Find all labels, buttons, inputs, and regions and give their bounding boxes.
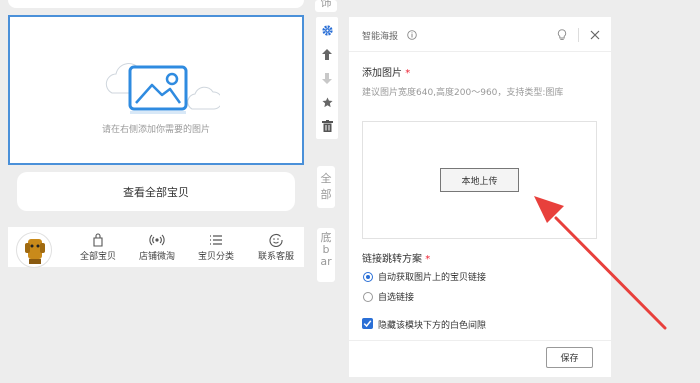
hide-gap-checkbox[interactable]: [362, 318, 373, 329]
image-placeholder-icon: [105, 63, 220, 114]
settings-tool[interactable]: [316, 19, 338, 41]
side-tab-label: 全部: [320, 172, 332, 201]
info-icon[interactable]: [407, 30, 417, 40]
delete-tool[interactable]: [316, 115, 338, 137]
check-icon: [363, 320, 372, 328]
save-button[interactable]: 保存: [546, 347, 593, 368]
nav-all-items[interactable]: 全部宝贝: [70, 233, 126, 267]
nav-customer-service[interactable]: 联系客服: [248, 233, 304, 267]
link-scheme-label: 链接跳转方案 *: [362, 250, 430, 265]
module-toolbar: [316, 17, 338, 139]
image-size-hint: 建议图片宽度640,高度200～960，支持类型:图库: [362, 88, 564, 98]
add-image-label: 添加图片 *: [362, 64, 410, 79]
side-tab-label: 饰: [320, 0, 332, 9]
nav-categories[interactable]: 宝贝分类: [188, 233, 244, 267]
preview-module-above: [8, 0, 304, 8]
required-mark: *: [425, 254, 431, 265]
smile-icon: [269, 234, 283, 247]
nav-label: 全部宝贝: [79, 252, 116, 262]
trash-icon: [321, 120, 333, 132]
radio-auto-link[interactable]: [363, 272, 373, 282]
panel-header-divider: [349, 51, 611, 52]
local-upload-button[interactable]: 本地上传: [440, 168, 519, 192]
radio-custom-link-label: 自选链接: [378, 293, 415, 303]
view-all-items-button[interactable]: 查看全部宝贝: [17, 172, 295, 211]
star-icon: [321, 96, 333, 107]
radio-auto-link-label: 自动获取图片上的宝贝链接: [378, 273, 487, 283]
favorite-tool[interactable]: [316, 91, 338, 113]
nav-label: 联系客服: [257, 252, 294, 262]
side-tab-bar[interactable]: 底bar: [317, 228, 335, 282]
panel-footer-divider: [349, 340, 611, 341]
poster-module-selected[interactable]: 请在右侧添加你需要的图片: [8, 15, 304, 165]
radio-custom-link[interactable]: [363, 292, 373, 302]
required-mark: *: [405, 68, 411, 79]
side-tab-label: 底bar: [320, 231, 332, 268]
annotation-arrow-icon: [534, 196, 667, 330]
arrow-down-icon: [322, 72, 332, 84]
header-divider: [578, 28, 579, 42]
side-tab-all[interactable]: 全部: [317, 166, 335, 208]
move-up-tool[interactable]: [316, 43, 338, 65]
move-down-tool[interactable]: [316, 67, 338, 89]
shop-avatar[interactable]: [16, 232, 52, 268]
lightbulb-icon[interactable]: [557, 29, 567, 41]
nav-label: 店铺微淘: [138, 252, 175, 262]
placeholder-text: 请在右侧添加你需要的图片: [101, 125, 210, 135]
bag-icon: [93, 233, 103, 247]
arrow-up-icon: [322, 48, 332, 60]
side-tab-decor[interactable]: 饰: [315, 0, 337, 12]
gear-icon: [321, 24, 333, 36]
hide-gap-label: 隐藏该模块下方的白色间隙: [378, 321, 487, 331]
link-scheme-label-text: 链接跳转方案: [362, 254, 422, 265]
close-icon[interactable]: [590, 30, 600, 40]
nav-label: 宝贝分类: [197, 252, 234, 262]
panel-title: 智能海报: [362, 32, 399, 42]
nav-shop-feed[interactable]: 店铺微淘: [129, 233, 185, 267]
list-icon: [210, 235, 222, 245]
broadcast-icon: [149, 234, 165, 246]
add-image-label-text: 添加图片: [362, 68, 402, 79]
